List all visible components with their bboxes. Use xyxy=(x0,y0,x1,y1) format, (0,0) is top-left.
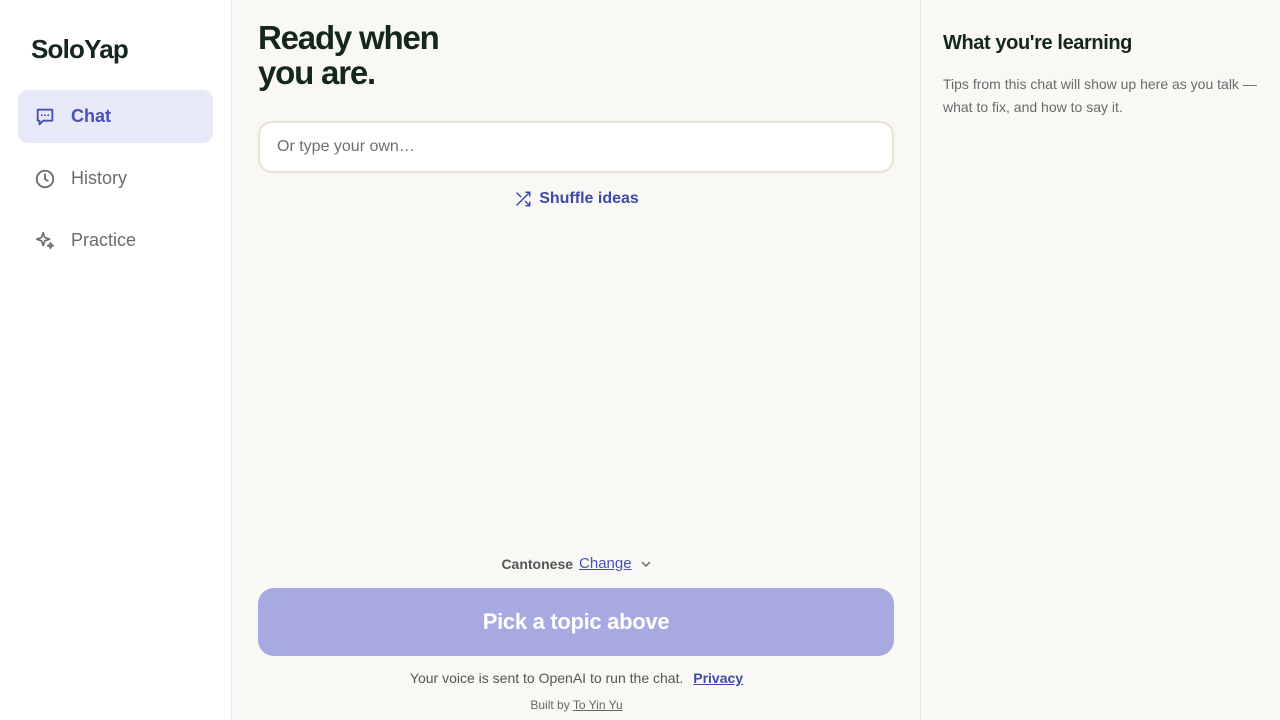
shuffle-label: Shuffle ideas xyxy=(539,190,639,207)
disclaimer-text: Your voice is sent to OpenAI to run the … xyxy=(409,670,684,686)
language-name: Cantonese xyxy=(501,555,574,572)
page-title: Ready when you are. xyxy=(258,19,440,91)
sidebar: SoloYap Chat History Practice xyxy=(0,0,232,720)
privacy-link[interactable]: Privacy xyxy=(693,670,743,686)
brand-logo[interactable]: SoloYap xyxy=(18,32,213,66)
sidebar-item-chat[interactable]: Chat xyxy=(18,90,213,143)
change-language-link[interactable]: Change xyxy=(579,555,632,572)
sidebar-item-label: Practice xyxy=(71,230,137,250)
sidebar-item-label: Chat xyxy=(71,106,111,126)
chat-main: Ready when you are. Shuffle ideas Canton… xyxy=(232,0,921,720)
privacy-disclaimer: Your voice is sent to OpenAI to run the … xyxy=(232,670,921,686)
topic-input[interactable] xyxy=(258,121,894,173)
chevron-down-icon[interactable] xyxy=(640,558,652,570)
sidebar-item-history[interactable]: History xyxy=(18,152,213,205)
language-selector: Cantonese Change xyxy=(232,555,921,572)
learning-description: Tips from this chat will show up here as… xyxy=(943,76,1257,115)
sidebar-item-practice[interactable]: Practice xyxy=(18,214,213,267)
sidebar-item-label: History xyxy=(71,168,128,188)
app-root: SoloYap Chat History Practice Ready when… xyxy=(0,0,1280,720)
credit-prefix: Built by xyxy=(530,698,570,712)
clock-icon xyxy=(34,168,56,190)
learning-panel: What you're learning Tips from this chat… xyxy=(921,0,1280,720)
author-link[interactable]: To Yin Yu xyxy=(573,698,623,712)
learning-title: What you're learning xyxy=(943,32,1133,54)
start-chat-button[interactable]: Pick a topic above xyxy=(258,588,894,656)
sparkles-icon xyxy=(34,230,56,252)
chat-bubble-icon xyxy=(34,106,56,128)
credit-line: Built by To Yin Yu xyxy=(232,698,921,712)
shuffle-icon xyxy=(514,190,532,208)
shuffle-ideas-button[interactable]: Shuffle ideas xyxy=(232,190,921,208)
